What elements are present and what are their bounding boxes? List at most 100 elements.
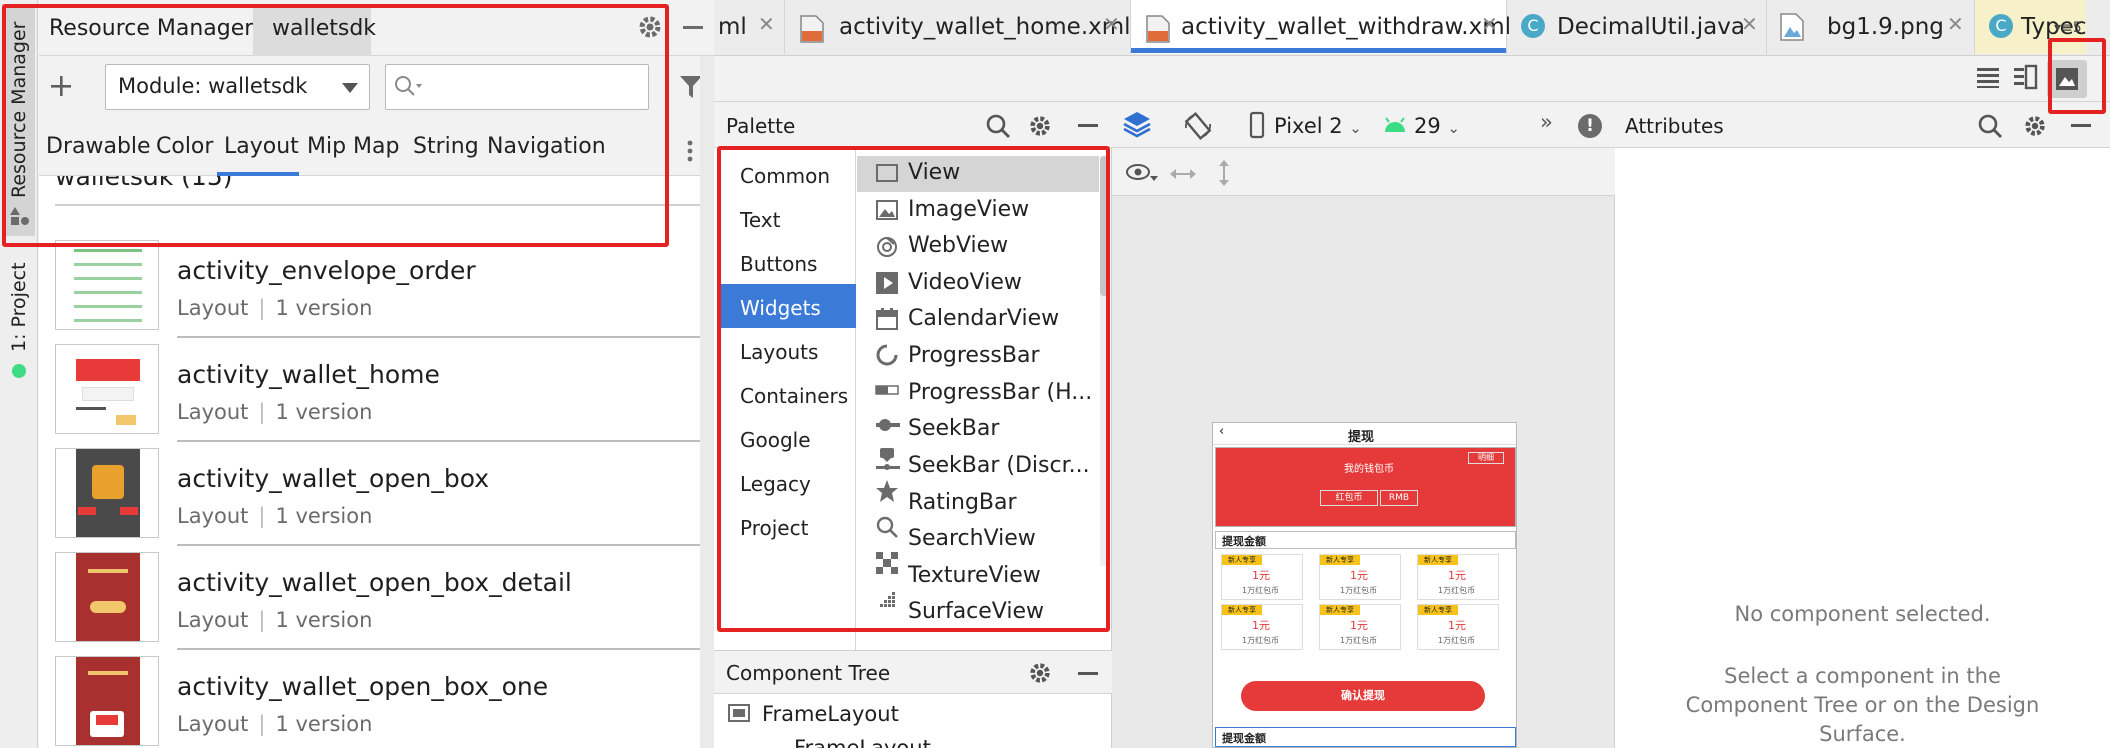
api-level-select[interactable]: 29 ⌄ <box>1414 114 1460 138</box>
attributes-title: Attributes <box>1625 114 1724 138</box>
resource-name: activity_wallet_open_box_detail <box>177 568 572 597</box>
editor-view-toolbar <box>714 56 2110 102</box>
tree-node-child[interactable]: FrameLayout <box>762 736 962 748</box>
close-icon[interactable]: ✕ <box>1741 12 1758 36</box>
component-tree-title: Component Tree <box>726 661 891 685</box>
horizontal-resize-icon[interactable] <box>1170 168 1196 180</box>
eye-icon[interactable] <box>1126 164 1158 184</box>
amount-card[interactable]: 新人专享 1元 1万红包币 <box>1319 554 1401 600</box>
toolbar-overflow-button[interactable]: » <box>1540 110 1553 134</box>
filter-icon[interactable] <box>680 76 702 98</box>
palette-title: Palette <box>726 114 796 138</box>
item-divider <box>177 544 713 546</box>
back-arrow-icon: ‹ <box>1219 424 1225 439</box>
resource-name: activity_envelope_order <box>177 256 476 285</box>
close-icon[interactable]: ✕ <box>1947 12 1964 36</box>
amount-card[interactable]: 新人专享 1元 1万红包币 <box>1417 554 1499 600</box>
more-options-icon[interactable] <box>687 140 693 162</box>
layout-thumbnail <box>55 656 159 746</box>
close-icon[interactable]: ✕ <box>1481 12 1498 36</box>
resource-meta: Layout | 1 version <box>177 608 373 632</box>
resource-meta: Layout | 1 version <box>177 400 373 424</box>
attributes-panel: Attributes No component selected. Select… <box>1615 102 2110 748</box>
item-divider <box>177 648 713 650</box>
section-title-bottom: 提现金额 <box>1222 732 1266 745</box>
empty-state-description: Select a component in the Component Tree… <box>1685 664 2040 746</box>
tab-label: ml <box>718 14 747 40</box>
image-file-icon <box>1780 13 1804 41</box>
phone-preview[interactable]: ‹ 提现 我的钱包币 明细 红包币 RMB 提现金额 新人专享 1元 1万红包币… <box>1212 422 1517 748</box>
layout-thumbnail <box>55 448 159 538</box>
component-tree-header: Component Tree <box>714 650 1112 694</box>
banner-label: 我的钱包币 <box>1344 464 1394 475</box>
banner-value-right: RMB <box>1380 490 1418 506</box>
minimize-icon[interactable] <box>2071 124 2091 127</box>
tab-activity-wallet-withdraw[interactable]: activity_wallet_withdraw.xml ✕ <box>1130 0 1511 54</box>
confirm-withdraw-button[interactable]: 确认提现 <box>1241 681 1485 711</box>
minimize-icon[interactable] <box>683 26 703 29</box>
highlight-design-view-button <box>2048 38 2106 114</box>
gear-icon[interactable] <box>1028 114 1052 138</box>
editor-tab-bar: ml ✕ activity_wallet_home.xml ✕ activity… <box>714 0 2110 56</box>
tab-overflow-button[interactable]: ▾≡5 <box>2054 20 2082 36</box>
amount-card[interactable]: 新人专享 1元 1万红包币 <box>1221 604 1303 650</box>
amount-card[interactable]: 新人专享 1元 1万红包币 <box>1417 604 1499 650</box>
tab-overflow-count: 5 <box>2072 20 2082 36</box>
tab-activity-wallet-home[interactable]: activity_wallet_home.xml ✕ <box>784 0 1131 54</box>
list-item[interactable]: activity_envelope_order Layout | 1 version <box>39 240 714 344</box>
highlight-resource-manager <box>2 4 669 247</box>
warning-icon[interactable]: ! <box>1578 114 1602 138</box>
frame-layout-icon <box>728 704 750 722</box>
split-view-icon[interactable] <box>2014 64 2038 90</box>
component-tree-panel: Component Tree FrameLayout FrameLayout <box>714 650 1112 748</box>
design-surface: Pixel 2 ⌄ 29 ⌄ » ! ‹ 提现 我的钱包币 明细 红包币 RMB… <box>1112 102 1615 748</box>
minimize-icon[interactable] <box>1078 124 1098 127</box>
tab-label: activity_wallet_withdraw.xml <box>1181 14 1511 40</box>
search-icon[interactable] <box>1978 114 2002 138</box>
tab-partial-xml[interactable]: ml ✕ <box>714 0 784 54</box>
device-select[interactable]: Pixel 2 ⌄ <box>1274 114 1362 138</box>
tab-decimalutil[interactable]: C DecimalUtil.java ✕ <box>1506 0 1766 54</box>
vertical-resize-icon[interactable] <box>1218 160 1230 186</box>
amount-card[interactable]: 新人专享 1元 1万红包币 <box>1319 604 1401 650</box>
design-toolbar: Pixel 2 ⌄ 29 ⌄ » ! <box>1112 102 1615 148</box>
code-view-icon[interactable] <box>1977 68 1999 88</box>
resource-meta: Layout | 1 version <box>177 712 373 736</box>
tab-bg1-9-png[interactable]: bg1.9.png ✕ <box>1766 0 1974 54</box>
active-tab-indicator <box>1131 48 1507 53</box>
list-item[interactable]: activity_wallet_open_box_detail Layout | 1… <box>39 552 714 656</box>
amount-card[interactable]: 新人专享 1元 1万红包币 <box>1221 554 1303 600</box>
item-divider <box>177 336 713 338</box>
palette-header: Palette <box>714 102 1112 148</box>
list-item[interactable]: activity_wallet_open_box_one Layout | 1 ve… <box>39 656 714 748</box>
banner-value-left: 红包币 <box>1320 490 1378 506</box>
orientation-icon[interactable] <box>1184 112 1212 140</box>
xml-file-icon <box>800 15 824 43</box>
android-project-icon <box>12 364 26 378</box>
resource-meta: Layout | 1 version <box>177 296 373 320</box>
section-title: 提现金额 <box>1222 535 1266 548</box>
close-icon[interactable]: ✕ <box>1103 12 1120 36</box>
attributes-header: Attributes <box>1615 102 2110 148</box>
resource-name: activity_wallet_open_box <box>177 464 490 493</box>
gear-icon[interactable] <box>1028 661 1052 685</box>
xml-file-icon <box>1146 15 1170 43</box>
layers-icon[interactable] <box>1123 112 1151 138</box>
java-class-icon: C <box>1989 14 2013 38</box>
tree-node-framelayout[interactable]: FrameLayout <box>762 702 899 726</box>
preview-banner: 我的钱包币 明细 红包币 RMB <box>1215 447 1516 527</box>
preview-title: 提现 <box>1348 430 1375 445</box>
close-icon[interactable]: ✕ <box>758 12 775 36</box>
project-tab[interactable]: 1: Project <box>8 262 30 352</box>
search-icon[interactable] <box>986 114 1010 138</box>
list-item[interactable]: activity_wallet_home Layout | 1 version <box>39 344 714 448</box>
gear-icon[interactable] <box>2023 114 2047 138</box>
resource-meta: Layout | 1 version <box>177 504 373 528</box>
tab-label: DecimalUtil.java <box>1557 14 1745 40</box>
tab-label: activity_wallet_home.xml <box>839 14 1131 40</box>
resource-name: activity_wallet_open_box_one <box>177 672 549 701</box>
android-studio-window: Resource Manager 1: Project Resource Man… <box>0 0 2110 748</box>
list-item[interactable]: activity_wallet_open_box Layout | 1 versio… <box>39 448 714 552</box>
item-divider <box>177 440 713 442</box>
minimize-icon[interactable] <box>1078 672 1098 675</box>
